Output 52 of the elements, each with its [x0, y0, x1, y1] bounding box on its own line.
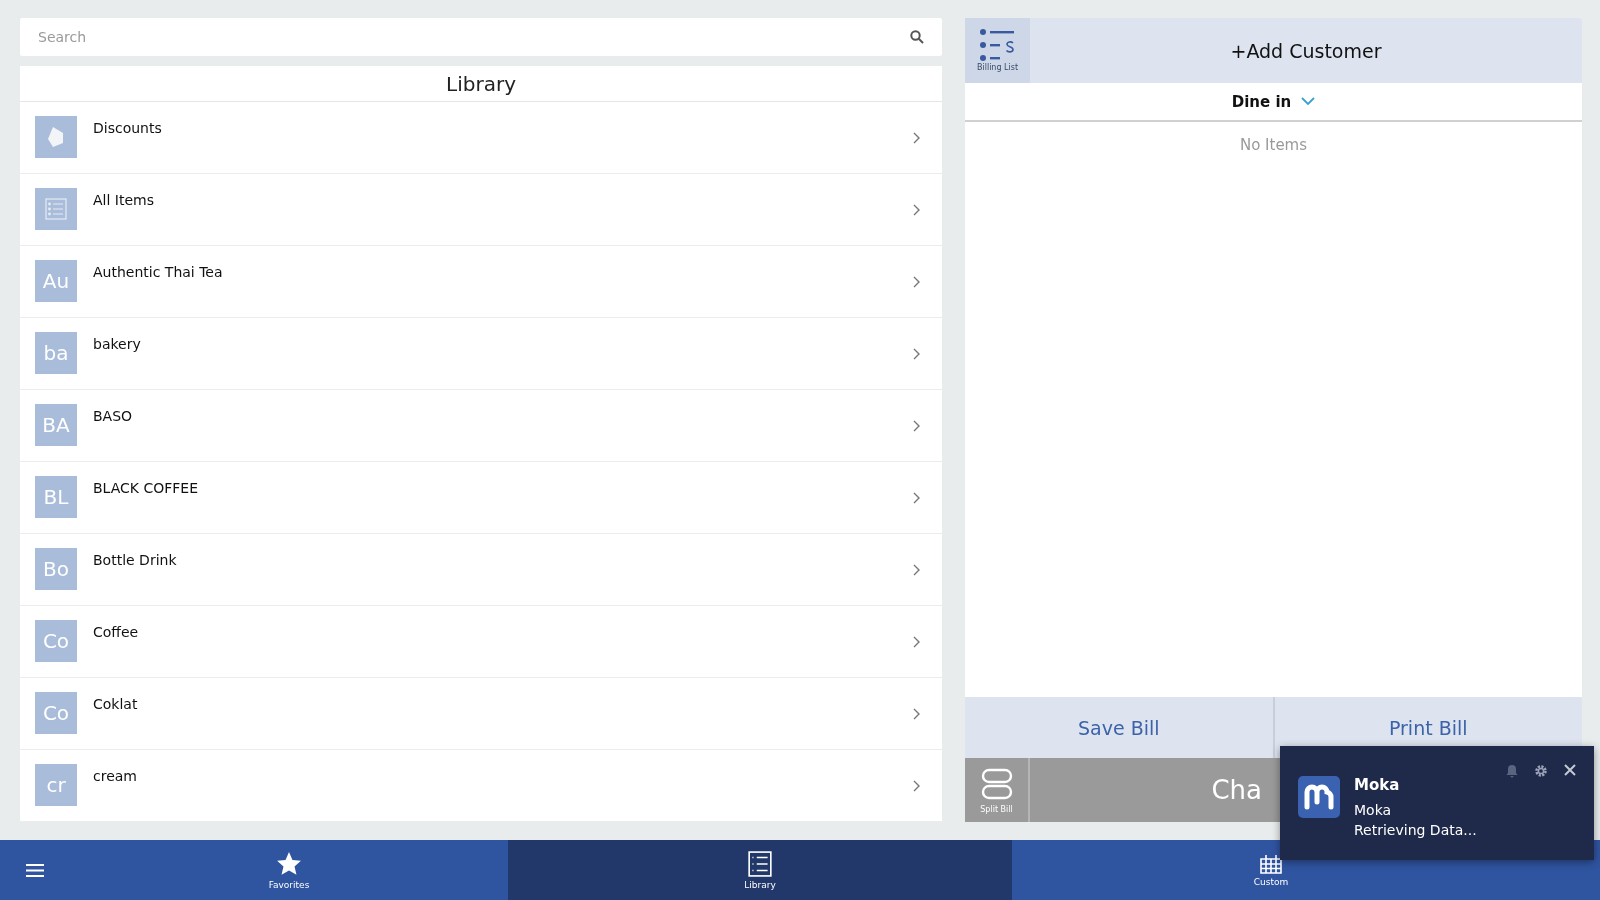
notification-sender: Moka	[1354, 802, 1393, 818]
list-icon	[747, 850, 773, 877]
chevron-right-icon	[913, 636, 920, 648]
library-row[interactable]: Co Coklat	[20, 678, 942, 750]
library-row[interactable]: BL BLACK COFFEE	[20, 462, 942, 534]
notification-title: Moka	[1354, 776, 1401, 794]
chevron-right-icon	[913, 420, 920, 432]
chevron-right-icon	[913, 204, 920, 216]
chevron-right-icon	[913, 708, 920, 720]
split-icon	[979, 766, 1014, 801]
list-icon	[978, 29, 1017, 61]
chevron-right-icon	[913, 780, 920, 792]
initials-tile: Bo	[35, 548, 77, 590]
initials-tile: Co	[35, 692, 77, 734]
initials-tile: BA	[35, 404, 77, 446]
star-icon	[276, 850, 302, 877]
list-icon	[44, 197, 68, 221]
nav-tab[interactable]: Library	[508, 840, 1012, 900]
add-customer-button[interactable]: +Add Customer	[1030, 18, 1582, 83]
search-icon	[910, 30, 924, 44]
menu-icon	[26, 863, 44, 877]
empty-message: No Items	[1239, 136, 1308, 154]
chevron-right-icon	[913, 348, 920, 360]
library-row[interactable]: cr cream	[20, 750, 942, 822]
close-icon[interactable]	[1564, 764, 1576, 776]
initials-tile: Au	[35, 260, 77, 302]
bell-icon[interactable]	[1506, 764, 1518, 778]
initials-tile: BL	[35, 476, 77, 518]
grid-icon	[1260, 853, 1282, 874]
chevron-right-icon	[913, 492, 920, 504]
library-row[interactable]: Discounts	[20, 102, 942, 174]
initials-tile: Co	[35, 620, 77, 662]
library-row[interactable]: Bo Bottle Drink	[20, 534, 942, 606]
chevron-right-icon	[913, 132, 920, 144]
library-row[interactable]: Au Authentic Thai Tea	[20, 246, 942, 318]
notification-message: Retrieving Data...	[1354, 822, 1477, 838]
billing-list-button[interactable]: Billing List	[965, 18, 1030, 83]
chevron-down-icon	[1301, 97, 1316, 106]
library-title: Library	[20, 66, 942, 102]
initials-tile: ba	[35, 332, 77, 374]
library-row[interactable]: BA BASO	[20, 390, 942, 462]
chevron-right-icon	[913, 276, 920, 288]
library-row[interactable]: ba bakery	[20, 318, 942, 390]
initials-tile: cr	[35, 764, 77, 806]
chevron-right-icon	[913, 564, 920, 576]
search-field[interactable]: Search	[20, 18, 942, 56]
settings-icon[interactable]	[1534, 764, 1548, 778]
library-row[interactable]: Co Coffee	[20, 606, 942, 678]
app-logo-icon	[1298, 776, 1340, 818]
order-type-dropdown[interactable]: Dine in	[965, 83, 1582, 122]
library-row[interactable]: All Items	[20, 174, 942, 246]
save-bill-button[interactable]: Save Bill	[965, 697, 1273, 758]
